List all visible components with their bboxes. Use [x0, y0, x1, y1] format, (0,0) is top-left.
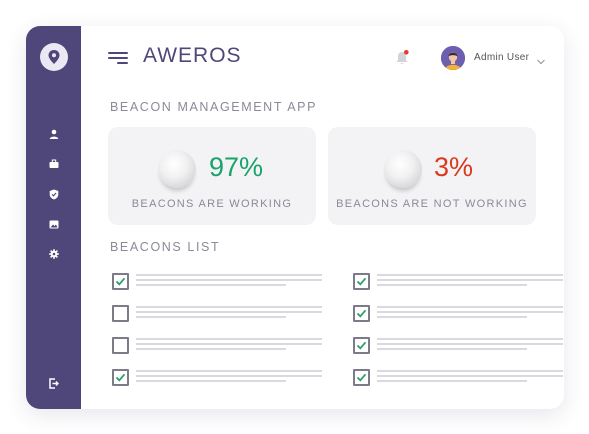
list-title: BEACONS LIST	[110, 240, 221, 254]
bell-icon[interactable]	[393, 49, 411, 67]
user-name[interactable]: Admin User	[474, 52, 529, 63]
list-item	[377, 274, 563, 288]
avatar[interactable]	[441, 46, 465, 70]
chevron-down-icon[interactable]	[536, 53, 546, 65]
beacon-device-icon	[384, 150, 422, 188]
list-item	[136, 274, 322, 288]
main-content: AWEROS Admin User BEACON MANAGEMENT APP	[81, 26, 564, 409]
beacon-checkbox[interactable]	[353, 273, 370, 290]
beacon-checkbox[interactable]	[353, 305, 370, 322]
beacon-checkbox[interactable]	[112, 305, 129, 322]
sidebar	[26, 26, 81, 409]
beacon-checkbox[interactable]	[112, 273, 129, 290]
logout-icon[interactable]	[47, 376, 61, 390]
location-pin-icon[interactable]	[40, 43, 68, 71]
beacon-checkbox[interactable]	[112, 337, 129, 354]
page-title: BEACON MANAGEMENT APP	[110, 100, 318, 114]
shield-icon[interactable]	[47, 187, 61, 201]
menu-toggle-button[interactable]	[108, 52, 128, 64]
stat-label-not-working: BEACONS ARE NOT WORKING	[336, 198, 528, 210]
app-window: AWEROS Admin User BEACON MANAGEMENT APP	[26, 26, 564, 409]
briefcase-icon[interactable]	[47, 157, 61, 171]
beacon-checkbox[interactable]	[353, 369, 370, 386]
list-item	[377, 306, 563, 320]
beacon-device-icon	[158, 150, 196, 188]
list-item	[377, 370, 563, 384]
stat-value-working: 97%	[209, 152, 264, 182]
gear-icon[interactable]	[47, 247, 61, 261]
image-icon[interactable]	[47, 217, 61, 231]
beacon-checkbox[interactable]	[112, 369, 129, 386]
list-item	[377, 338, 563, 352]
stat-card-not-working: 3% BEACONS ARE NOT WORKING	[328, 127, 536, 225]
brand-logo: AWEROS	[143, 44, 242, 67]
stat-card-working: 97% BEACONS ARE WORKING	[108, 127, 316, 225]
stat-label-working: BEACONS ARE WORKING	[131, 198, 293, 210]
beacon-checkbox[interactable]	[353, 337, 370, 354]
list-item	[136, 306, 322, 320]
user-icon[interactable]	[47, 127, 61, 141]
list-item	[136, 370, 322, 384]
list-item	[136, 338, 322, 352]
stat-value-not-working: 3%	[434, 152, 474, 182]
